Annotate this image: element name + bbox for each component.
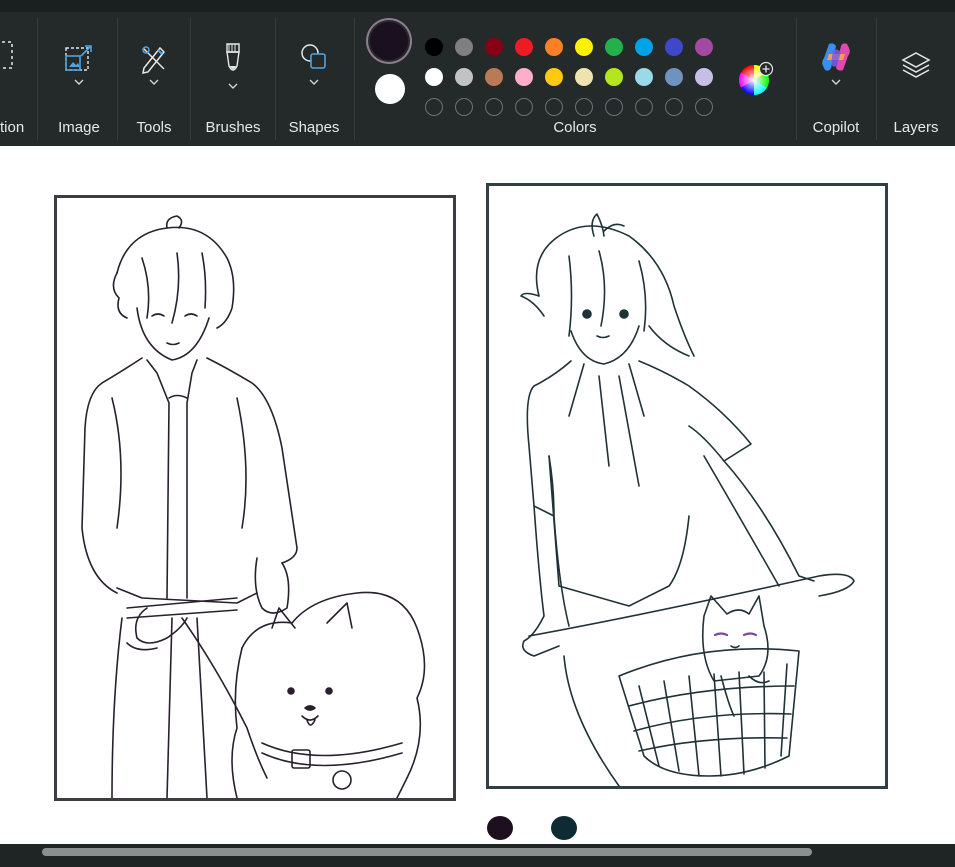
- image-label: Image: [58, 119, 100, 136]
- color-swatch[interactable]: [695, 38, 713, 56]
- chevron-down-icon: [309, 79, 319, 85]
- custom-color-slot[interactable]: [425, 98, 443, 116]
- secondary-color-button[interactable]: [375, 74, 405, 104]
- layers-label: Layers: [893, 119, 939, 136]
- color-dot-dark-purple: [487, 816, 513, 840]
- custom-color-slot[interactable]: [485, 98, 503, 116]
- drawing-canvas[interactable]: [0, 146, 955, 844]
- color-swatch[interactable]: [695, 68, 713, 86]
- color-swatch[interactable]: [635, 38, 653, 56]
- colors-label: Colors: [553, 119, 597, 136]
- scrollbar-thumb[interactable]: [42, 848, 812, 856]
- layers-icon: [901, 52, 931, 78]
- tools-group[interactable]: Tools: [118, 12, 190, 146]
- color-swatch[interactable]: [575, 38, 593, 56]
- color-swatch[interactable]: [425, 68, 443, 86]
- pencil-tools-icon: [142, 46, 166, 74]
- color-swatch[interactable]: [665, 68, 683, 86]
- copilot-icon: [822, 43, 850, 71]
- left-panel-drawing[interactable]: [54, 195, 456, 801]
- color-swatch[interactable]: [425, 38, 443, 56]
- chevron-down-icon: [831, 79, 841, 85]
- color-swatch[interactable]: [545, 68, 563, 86]
- color-swatch[interactable]: [485, 38, 503, 56]
- custom-color-slot[interactable]: [545, 98, 563, 116]
- color-swatch[interactable]: [575, 68, 593, 86]
- brushes-label: Brushes: [205, 119, 261, 136]
- horizontal-scrollbar[interactable]: [0, 844, 955, 867]
- color-swatch[interactable]: [455, 68, 473, 86]
- boy-on-bicycle-lineart: [520, 213, 855, 787]
- tools-label: Tools: [136, 119, 172, 136]
- image-group[interactable]: Image: [40, 12, 118, 146]
- layers-group[interactable]: Layers: [877, 12, 955, 146]
- chevron-down-icon: [74, 79, 84, 85]
- chevron-down-icon: [228, 83, 238, 89]
- primary-color-button[interactable]: [370, 22, 408, 60]
- ribbon-toolbar: tion Image Tools Brushes Shapes Colors C…: [0, 12, 955, 146]
- right-panel-drawing[interactable]: [486, 183, 888, 789]
- custom-color-slot[interactable]: [515, 98, 533, 116]
- color-picker-icon[interactable]: [737, 60, 775, 98]
- color-swatch[interactable]: [515, 68, 533, 86]
- copilot-label: Copilot: [812, 119, 860, 136]
- custom-color-slot[interactable]: [455, 98, 473, 116]
- color-swatch[interactable]: [455, 38, 473, 56]
- divider: [37, 18, 38, 140]
- shapes-icon: [301, 44, 326, 69]
- color-swatch[interactable]: [515, 38, 533, 56]
- boy-with-dog-lineart: [81, 215, 426, 799]
- color-dot-dark-teal: [551, 816, 577, 840]
- brushes-group[interactable]: Brushes: [191, 12, 275, 146]
- chevron-down-icon: [149, 79, 159, 85]
- brush-icon: [226, 43, 240, 71]
- custom-color-slot[interactable]: [575, 98, 593, 116]
- selection-icon: [2, 41, 13, 69]
- shapes-label: Shapes: [288, 119, 340, 136]
- custom-color-slot[interactable]: [635, 98, 653, 116]
- copilot-group[interactable]: Copilot: [797, 12, 875, 146]
- color-swatch[interactable]: [665, 38, 683, 56]
- title-bar-strip: [0, 0, 955, 12]
- color-swatch[interactable]: [545, 38, 563, 56]
- color-swatch[interactable]: [605, 38, 623, 56]
- color-swatch[interactable]: [605, 68, 623, 86]
- custom-color-slot[interactable]: [665, 98, 683, 116]
- color-swatch[interactable]: [485, 68, 503, 86]
- custom-color-slot[interactable]: [695, 98, 713, 116]
- image-icon: [65, 45, 92, 71]
- shapes-group[interactable]: Shapes: [276, 12, 352, 146]
- color-swatch[interactable]: [635, 68, 653, 86]
- custom-color-slot[interactable]: [605, 98, 623, 116]
